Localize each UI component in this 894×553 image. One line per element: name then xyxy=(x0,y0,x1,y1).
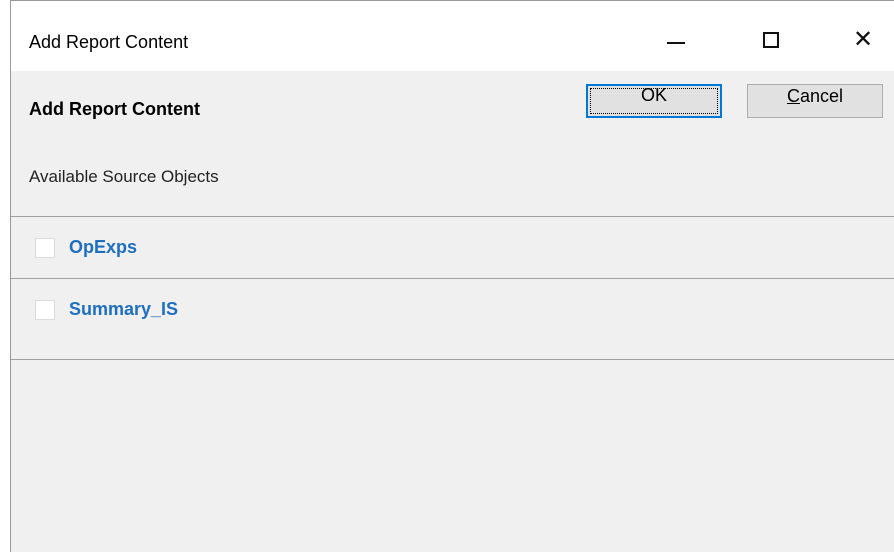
cancel-mnemonic: C xyxy=(786,86,800,106)
opexps-label[interactable]: OpExps xyxy=(69,237,137,258)
close-icon: ✕ xyxy=(852,26,874,53)
maximize-icon xyxy=(763,32,779,48)
close-button[interactable]: ✕ xyxy=(843,23,883,57)
source-objects-list: OpExps Summary_IS xyxy=(11,216,894,360)
cancel-button[interactable]: Cancel xyxy=(747,84,883,118)
title-bar[interactable]: Add Report Content ✕ xyxy=(11,1,894,71)
available-source-objects-label: Available Source Objects xyxy=(29,167,219,186)
dialog-window: Add Report Content ✕ Add Report Content … xyxy=(10,0,894,552)
maximize-button[interactable] xyxy=(751,23,791,57)
summary-is-checkbox[interactable] xyxy=(35,300,55,320)
opexps-checkbox[interactable] xyxy=(35,238,55,258)
cancel-button-label: Cancel xyxy=(748,81,882,111)
minimize-icon xyxy=(667,42,685,44)
ok-button-label: OK xyxy=(640,85,667,105)
dialog-body: Add Report Content OK Cancel Available S… xyxy=(11,71,894,553)
cancel-label-rest: ancel xyxy=(799,86,844,106)
window-title: Add Report Content xyxy=(29,32,189,52)
minimize-button[interactable] xyxy=(656,23,696,57)
dialog-heading: Add Report Content xyxy=(29,99,200,119)
list-item[interactable]: Summary_IS xyxy=(11,279,894,341)
ok-button[interactable]: OK xyxy=(586,84,722,118)
summary-is-label[interactable]: Summary_IS xyxy=(69,299,178,320)
list-item[interactable]: OpExps xyxy=(11,217,894,279)
